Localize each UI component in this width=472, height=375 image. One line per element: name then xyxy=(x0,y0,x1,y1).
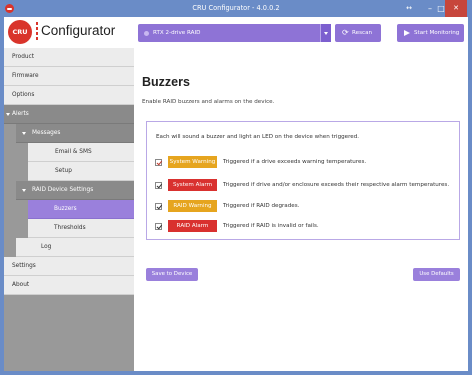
sidebar-item-buzzers[interactable]: Buzzers xyxy=(28,200,134,219)
sidebar-item-settings[interactable]: Settings xyxy=(4,257,134,276)
device-select-value: RTX 2-drive RAID xyxy=(153,30,201,36)
panel-intro: Each will sound a buzzer and light an LE… xyxy=(156,134,360,140)
buzzer-panel: Each will sound a buzzer and light an LE… xyxy=(146,121,460,240)
sidebar-item-label: Setup xyxy=(55,168,72,174)
rescan-button[interactable]: ⟳ Rescan xyxy=(335,24,381,42)
raid-warning-description: Triggered if RAID degrades. xyxy=(223,203,300,209)
sidebar: Product Firmware Options Alerts Messages… xyxy=(4,48,134,371)
raid-warning-badge: RAID Warning xyxy=(168,200,217,212)
system-warning-badge: System Warning xyxy=(168,156,217,168)
sidebar-item-setup[interactable]: Setup xyxy=(28,162,134,181)
alarm-row-system-warning: System Warning Triggered if a drive exce… xyxy=(155,156,455,168)
client-area: CRU Configurator RTX 2-drive RAID ⟳ Resc… xyxy=(4,17,468,371)
sidebar-item-log[interactable]: Log xyxy=(16,238,134,257)
logo-divider xyxy=(36,22,38,42)
device-status-icon xyxy=(144,30,149,36)
use-defaults-button[interactable]: Use Defaults xyxy=(413,268,460,281)
alarm-row-raid-alarm: RAID Alarm Triggered if RAID is invalid … xyxy=(155,220,455,232)
sidebar-item-label: Settings xyxy=(12,263,36,269)
cru-logo-icon: CRU xyxy=(8,20,32,44)
raid-alarm-checkbox[interactable] xyxy=(155,222,162,230)
sidebar-item-label: Messages xyxy=(32,130,61,136)
sidebar-item-raid-device-settings[interactable]: RAID Device Settings xyxy=(16,181,134,200)
logo-text: Configurator xyxy=(41,23,116,38)
restore-icon[interactable]: ↔ xyxy=(402,0,416,17)
device-select[interactable]: RTX 2-drive RAID xyxy=(138,24,331,42)
sidebar-item-email-sms[interactable]: Email & SMS xyxy=(28,143,134,162)
chevron-down-icon xyxy=(6,112,10,117)
app-window: CRU Configurator - 4.0.0.2 ↔ – □ ✕ CRU C… xyxy=(0,0,472,375)
raid-alarm-description: Triggered if RAID is invalid or fails. xyxy=(223,223,319,229)
raid-warning-checkbox[interactable] xyxy=(155,202,162,210)
system-warning-description: Triggered if a drive exceeds warning tem… xyxy=(223,159,367,165)
start-monitoring-button[interactable]: Start Monitoring xyxy=(397,24,464,42)
rescan-label: Rescan xyxy=(352,30,373,36)
logo: CRU Configurator xyxy=(8,20,136,44)
chevron-down-icon xyxy=(22,131,26,136)
main-content: Buzzers Enable RAID buzzers and alarms o… xyxy=(135,48,468,371)
sidebar-item-label: Firmware xyxy=(12,73,39,79)
header: CRU Configurator RTX 2-drive RAID ⟳ Resc… xyxy=(4,17,468,47)
alarm-row-system-alarm: System Alarm Triggered if drive and/or e… xyxy=(155,179,455,191)
system-warning-checkbox[interactable] xyxy=(155,158,162,166)
chevron-down-icon[interactable] xyxy=(320,24,331,42)
alarm-row-raid-warning: RAID Warning Triggered if RAID degrades. xyxy=(155,200,455,212)
sidebar-item-firmware[interactable]: Firmware xyxy=(4,67,134,86)
sidebar-item-thresholds[interactable]: Thresholds xyxy=(28,219,134,238)
system-alarm-badge: System Alarm xyxy=(168,179,217,191)
sidebar-item-label: Log xyxy=(41,244,52,250)
sidebar-item-label: Options xyxy=(12,92,35,98)
chevron-down-icon xyxy=(22,188,26,193)
sidebar-item-label: RAID Device Settings xyxy=(32,187,94,193)
sidebar-item-about[interactable]: About xyxy=(4,276,134,295)
refresh-icon: ⟳ xyxy=(342,28,349,37)
sidebar-item-label: Email & SMS xyxy=(55,149,92,155)
sidebar-item-messages[interactable]: Messages xyxy=(16,124,134,143)
page-title: Buzzers xyxy=(142,75,190,89)
sidebar-item-options[interactable]: Options xyxy=(4,86,134,105)
sidebar-item-alerts[interactable]: Alerts xyxy=(4,105,134,124)
system-alarm-description: Triggered if drive and/or enclosure exce… xyxy=(223,182,450,188)
play-icon xyxy=(404,29,410,36)
sidebar-item-label: About xyxy=(12,282,30,288)
page-description: Enable RAID buzzers and alarms on the de… xyxy=(142,99,275,105)
sidebar-item-label: Thresholds xyxy=(54,225,86,231)
sidebar-item-product[interactable]: Product xyxy=(4,48,134,67)
sidebar-item-label: Buzzers xyxy=(54,206,77,212)
save-to-device-button[interactable]: Save to Device xyxy=(146,268,198,281)
title-bar[interactable]: CRU Configurator - 4.0.0.2 ↔ – □ ✕ xyxy=(0,0,472,17)
system-alarm-checkbox[interactable] xyxy=(155,181,162,189)
sidebar-item-label: Product xyxy=(12,54,35,60)
close-button[interactable]: ✕ xyxy=(445,0,467,17)
raid-alarm-badge: RAID Alarm xyxy=(168,220,217,232)
sidebar-item-label: Alerts xyxy=(12,111,29,117)
start-monitoring-label: Start Monitoring xyxy=(414,30,460,36)
